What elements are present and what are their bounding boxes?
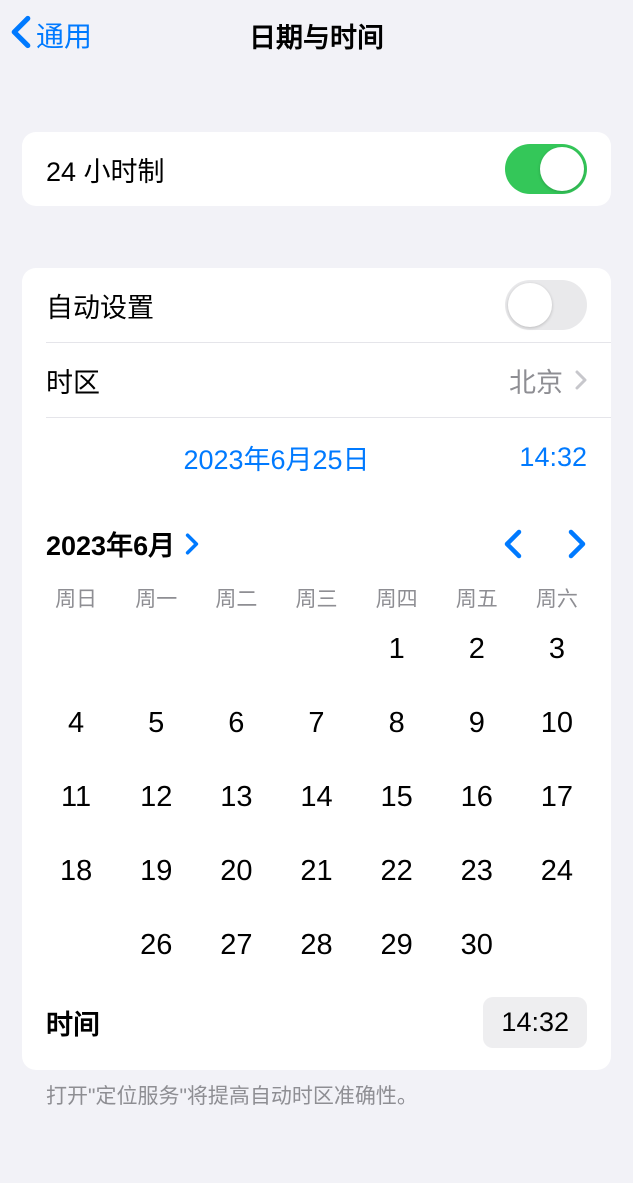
calendar-day[interactable]: 6 <box>196 693 276 753</box>
calendar-day[interactable]: 1 <box>357 619 437 679</box>
month-picker-button[interactable] <box>185 533 199 555</box>
calendar-day[interactable]: 14 <box>276 767 356 827</box>
calendar-day[interactable]: 7 <box>276 693 356 753</box>
twentyfour-hour-switch[interactable] <box>505 144 587 194</box>
calendar-day[interactable]: 19 <box>116 841 196 901</box>
calendar-day[interactable]: 9 <box>437 693 517 753</box>
calendar-day[interactable]: 21 <box>276 841 356 901</box>
calendar-day[interactable]: 26 <box>116 915 196 975</box>
calendar-day[interactable]: 18 <box>36 841 116 901</box>
back-label: 通用 <box>36 15 92 55</box>
time-picker-button[interactable]: 14:32 <box>467 442 587 473</box>
chevron-left-icon <box>10 15 36 56</box>
calendar-day[interactable]: 25 <box>36 915 116 975</box>
time-pill-button[interactable]: 14:32 <box>483 997 587 1048</box>
calendar-day[interactable]: 30 <box>437 915 517 975</box>
calendar-day[interactable]: 16 <box>437 767 517 827</box>
calendar-day[interactable]: 4 <box>36 693 116 753</box>
next-month-button[interactable] <box>567 529 587 559</box>
calendar-day[interactable]: 2 <box>437 619 517 679</box>
weekday-label: 周二 <box>196 583 276 613</box>
weekday-label: 周一 <box>116 583 196 613</box>
auto-set-row: 自动设置 <box>22 268 611 342</box>
calendar-day[interactable]: 24 <box>517 841 597 901</box>
calendar-day[interactable]: 27 <box>196 915 276 975</box>
auto-set-label: 自动设置 <box>46 286 154 325</box>
switch-knob <box>540 147 584 191</box>
timezone-row[interactable]: 时区 北京 <box>22 343 611 417</box>
weekday-label: 周四 <box>357 583 437 613</box>
calendar-day[interactable]: 8 <box>357 693 437 753</box>
time-label: 时间 <box>46 1003 100 1042</box>
calendar-day[interactable]: 15 <box>357 767 437 827</box>
timezone-label: 时区 <box>46 361 100 400</box>
calendar-day[interactable]: 17 <box>517 767 597 827</box>
calendar-day[interactable]: 13 <box>196 767 276 827</box>
twentyfour-hour-row: 24 小时制 <box>22 132 611 206</box>
switch-knob <box>508 283 552 327</box>
calendar-day[interactable]: 5 <box>116 693 196 753</box>
calendar-day[interactable]: 20 <box>196 841 276 901</box>
weekday-label: 周日 <box>36 583 116 613</box>
back-button[interactable]: 通用 <box>10 15 92 56</box>
chevron-right-icon <box>575 370 587 390</box>
weekday-label: 周六 <box>517 583 597 613</box>
weekday-label: 周三 <box>276 583 356 613</box>
calendar-day[interactable]: 12 <box>116 767 196 827</box>
date-picker-button[interactable]: 2023年6月25日 <box>86 438 467 477</box>
calendar-day[interactable]: 11 <box>36 767 116 827</box>
calendar-month-title: 2023年6月 <box>46 524 175 563</box>
timezone-value: 北京 <box>509 361 563 400</box>
calendar-day[interactable]: 23 <box>437 841 517 901</box>
calendar-day[interactable]: 10 <box>517 693 597 753</box>
footnote-text: 打开"定位服务"将提高自动时区准确性。 <box>22 1070 611 1110</box>
calendar-day[interactable]: 28 <box>276 915 356 975</box>
calendar-day[interactable]: 22 <box>357 841 437 901</box>
page-title: 日期与时间 <box>249 16 384 55</box>
prev-month-button[interactable] <box>503 529 523 559</box>
twentyfour-hour-label: 24 小时制 <box>46 150 165 189</box>
auto-set-switch[interactable] <box>505 280 587 330</box>
calendar-day[interactable]: 3 <box>517 619 597 679</box>
calendar-day[interactable]: 29 <box>357 915 437 975</box>
weekday-label: 周五 <box>437 583 517 613</box>
